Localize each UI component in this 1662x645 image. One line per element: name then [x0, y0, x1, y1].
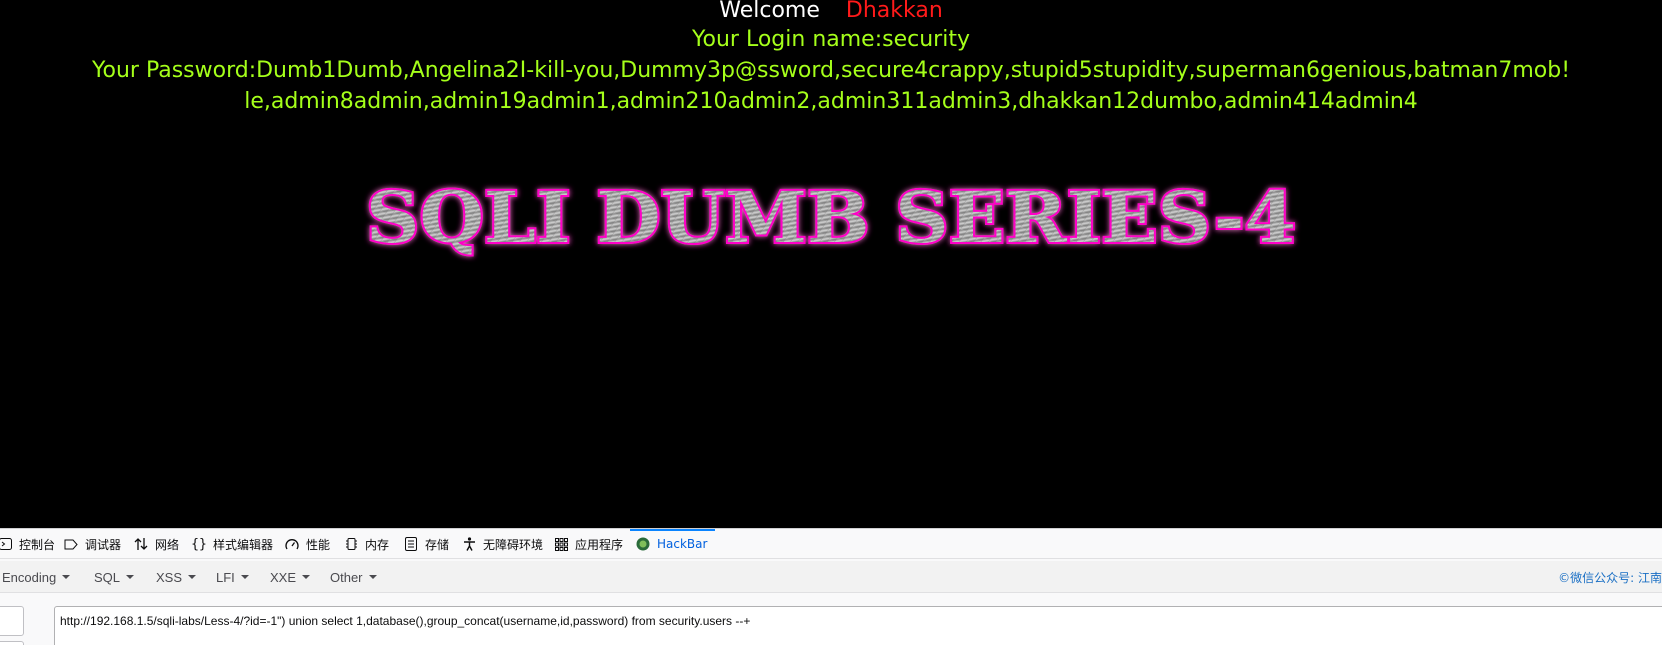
split-url-button[interactable] [0, 641, 24, 645]
hackbar-toolbar: Encoding SQL XSS LFI XXE Other ©微信公众号: 江… [0, 561, 1662, 593]
welcome-line: Welcome Dhakkan [0, 0, 1662, 26]
tab-label: 网络 [155, 537, 180, 552]
lfi-menu[interactable]: LFI [216, 561, 249, 593]
chevron-down-icon [240, 575, 249, 579]
tab-console[interactable]: 控制台 [0, 529, 55, 559]
tab-label: HackBar [657, 537, 708, 551]
password-line-2: le,admin8admin,admin19admin1,admin210adm… [244, 89, 1418, 114]
url-input[interactable] [54, 606, 1662, 645]
braces-icon: {} [191, 536, 207, 552]
gauge-icon [285, 537, 299, 551]
menu-label: Other [330, 569, 363, 585]
other-menu[interactable]: Other [330, 561, 377, 593]
welcome-user: Dhakkan [845, 0, 943, 23]
menu-label: LFI [216, 569, 235, 585]
tab-network[interactable]: 网络 [134, 529, 179, 559]
tab-storage[interactable]: 存储 [404, 529, 449, 559]
chevron-down-icon [62, 575, 71, 579]
tab-label: 控制台 [19, 537, 56, 552]
load-url-button[interactable] [0, 606, 24, 636]
tab-label: 样式编辑器 [213, 537, 274, 552]
devtools-panel: 控制台 调试器 网络 {} 样式编辑器 性能 内存 存储 无障碍环境 应用程序 … [0, 528, 1662, 645]
sqli-banner-image: SQLI DUMB SERIES-4 [364, 174, 1298, 261]
welcome-label: Welcome [719, 0, 820, 23]
menu-label: XSS [156, 569, 183, 585]
tab-performance[interactable]: 性能 [285, 529, 330, 559]
menu-label: XXE [270, 569, 297, 585]
watermark-text: ©微信公众号: 江南 [1558, 570, 1662, 585]
tab-label: 应用程序 [575, 537, 624, 552]
storage-icon [404, 537, 418, 551]
menu-label: SQL [94, 569, 121, 585]
encoding-menu[interactable]: Encoding [2, 561, 71, 593]
password-line-1: Your Password:Dumb1Dumb,Angelina2I-kill-… [91, 58, 1571, 83]
memory-chip-icon [344, 537, 358, 551]
debugger-icon [64, 537, 78, 551]
app-grid-icon [554, 537, 568, 551]
hackbar-url-area [0, 593, 1662, 645]
tab-hackbar[interactable]: HackBar [629, 529, 716, 559]
banner-title: SQLI DUMB SERIES-4 [366, 176, 1296, 259]
tab-label: 内存 [365, 537, 390, 552]
hackbar-logo-icon [636, 537, 650, 551]
xss-menu[interactable]: XSS [156, 561, 197, 593]
page-viewport: Welcome Dhakkan Your Login name:security … [0, 0, 1662, 528]
devtools-tabbar: 控制台 调试器 网络 {} 样式编辑器 性能 内存 存储 无障碍环境 应用程序 … [0, 529, 1662, 559]
chevron-down-icon [368, 575, 377, 579]
tab-debugger[interactable]: 调试器 [64, 529, 121, 559]
sql-menu[interactable]: SQL [94, 561, 135, 593]
tab-memory[interactable]: 内存 [344, 529, 389, 559]
xxe-menu[interactable]: XXE [270, 561, 311, 593]
tab-label: 性能 [306, 537, 331, 552]
tab-application[interactable]: 应用程序 [554, 529, 623, 559]
login-name-line: Your Login name:security [692, 27, 970, 52]
accessibility-icon [462, 537, 476, 551]
chevron-down-icon [126, 575, 135, 579]
chevron-down-icon [188, 575, 197, 579]
network-arrows-icon [134, 537, 148, 551]
tab-style-editor[interactable]: {} 样式编辑器 [191, 529, 274, 559]
menu-label: Encoding [2, 569, 57, 585]
tab-label: 调试器 [85, 537, 122, 552]
tab-accessibility[interactable]: 无障碍环境 [462, 529, 543, 559]
tab-label: 无障碍环境 [483, 537, 544, 552]
chevron-down-icon [302, 575, 311, 579]
console-icon [0, 537, 12, 551]
tab-label: 存储 [425, 537, 450, 552]
